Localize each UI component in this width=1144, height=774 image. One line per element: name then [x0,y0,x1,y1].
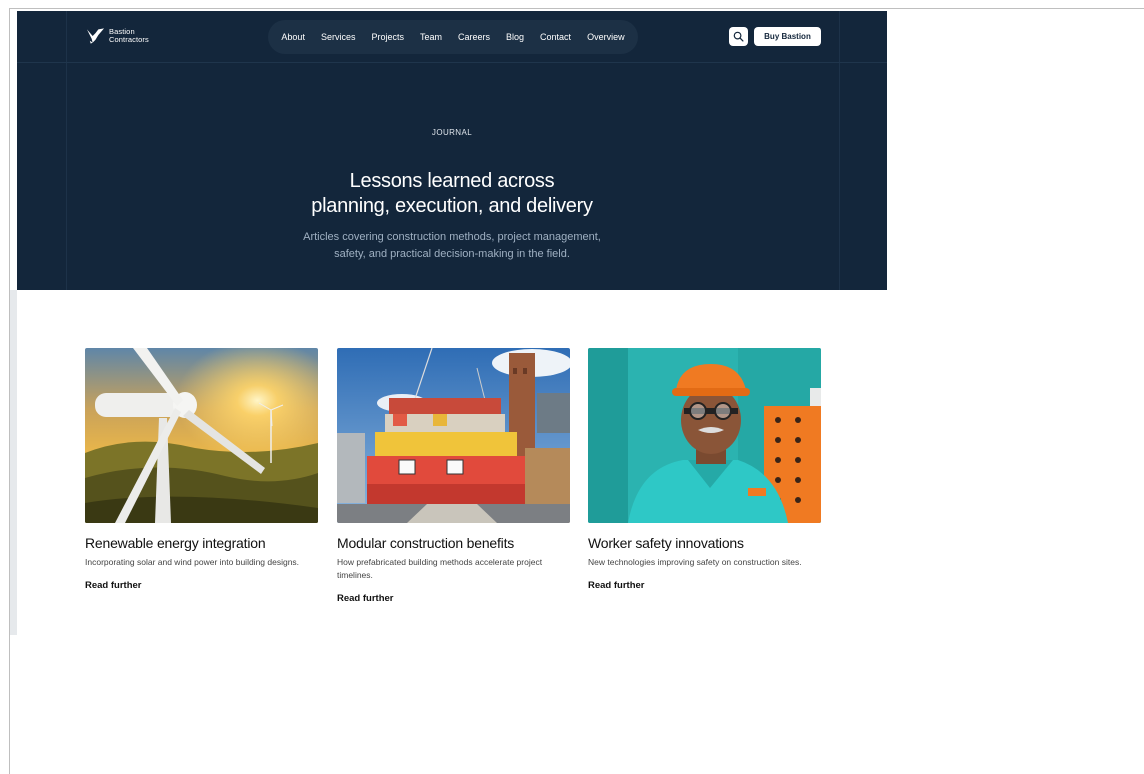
brand-name-line2: Contractors [109,35,149,44]
bird-logo-icon [86,28,105,44]
hero-section: Bastion Contractors About Services Proje… [17,11,887,290]
wind-turbine-image[interactable] [85,348,318,523]
hero-title-line1: Lessons learned across [349,170,555,192]
worker-portrait-image[interactable] [588,348,821,523]
search-icon [733,31,744,42]
hero-title: Lessons learned across planning, executi… [17,169,887,219]
read-further-link[interactable]: Read further [588,580,644,591]
article-card: Renewable energy integration Incorporati… [85,348,318,593]
nav-item-about[interactable]: About [273,32,313,42]
buy-bastion-button[interactable]: Buy Bastion [754,27,821,46]
website: Bastion Contractors About Services Proje… [17,11,887,636]
read-further-link[interactable]: Read further [337,593,393,604]
header-divider [17,62,887,63]
article-card: Modular construction benefits How prefab… [337,348,570,606]
main-navigation: About Services Projects Team Careers Blo… [268,20,638,54]
brand-logo[interactable]: Bastion Contractors [86,27,149,45]
hero-title-line2: planning, execution, and delivery [311,195,593,217]
nav-item-contact[interactable]: Contact [532,32,579,42]
article-description: Incorporating solar and wind power into … [85,557,300,567]
article-description: New technologies improving safety on con… [588,557,802,567]
nav-item-projects[interactable]: Projects [363,32,412,42]
nav-item-team[interactable]: Team [412,32,450,42]
modular-construction-image[interactable] [337,348,570,523]
read-further-link[interactable]: Read further [85,580,141,591]
article-card: Worker safety innovations New technologi… [588,348,821,593]
article-title[interactable]: Renewable energy integration [85,535,318,551]
nav-item-overview[interactable]: Overview [579,32,633,42]
article-description: How prefabricated building methods accel… [337,557,543,580]
section-eyebrow: JOURNAL [431,128,473,137]
page-edge-strip [10,290,17,635]
article-title[interactable]: Worker safety innovations [588,535,821,551]
hero-subtitle-line2: safety, and practical decision-making in… [334,248,570,260]
brand-name: Bastion Contractors [109,28,149,44]
nav-item-careers[interactable]: Careers [450,32,498,42]
nav-item-services[interactable]: Services [313,32,364,42]
search-button[interactable] [729,27,748,46]
nav-item-blog[interactable]: Blog [498,32,532,42]
article-title[interactable]: Modular construction benefits [337,535,570,551]
hero-subtitle-line1: Articles covering construction methods, … [303,231,601,243]
hero-subtitle: Articles covering construction methods, … [17,229,887,263]
